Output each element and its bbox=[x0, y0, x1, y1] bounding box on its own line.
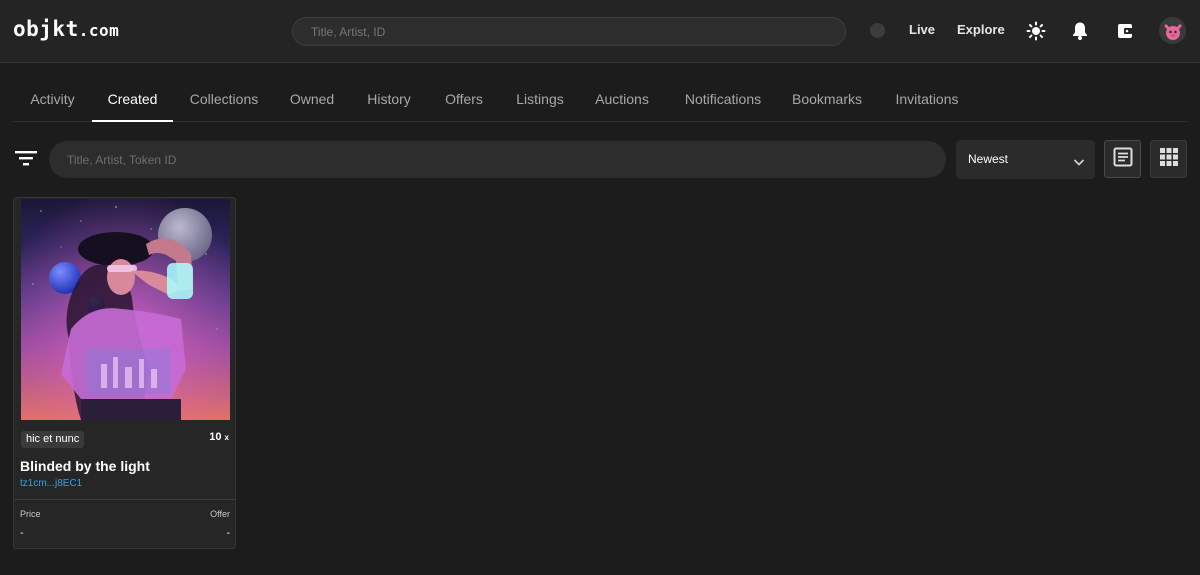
profile-tabs: Activity Created Collections Owned Histo… bbox=[13, 78, 1187, 122]
editions-count: 10 x bbox=[209, 431, 229, 443]
nav-live-link[interactable]: Live bbox=[909, 22, 935, 37]
wallet-icon[interactable] bbox=[1114, 20, 1136, 42]
token-title[interactable]: Blinded by the light bbox=[20, 458, 150, 474]
theme-sun-icon[interactable] bbox=[1025, 20, 1047, 42]
platform-tag: hic et nunc bbox=[21, 431, 85, 448]
sort-selected-value: Newest bbox=[968, 152, 1009, 166]
tab-listings[interactable]: Listings bbox=[509, 78, 571, 122]
token-card[interactable]: hic et nunc 10 x Blinded by the light tz1… bbox=[13, 197, 236, 549]
tab-notifications[interactable]: Notifications bbox=[675, 78, 771, 122]
list-view-button[interactable] bbox=[1104, 140, 1141, 178]
avatar[interactable] bbox=[1159, 17, 1186, 44]
tab-created[interactable]: Created bbox=[92, 78, 173, 122]
list-view-icon bbox=[1112, 146, 1134, 173]
tab-owned[interactable]: Owned bbox=[282, 78, 342, 122]
creator-address-link[interactable]: tz1cm...j8EC1 bbox=[20, 478, 82, 489]
grid-view-button[interactable] bbox=[1150, 140, 1187, 178]
nav-explore-link[interactable]: Explore bbox=[957, 22, 1005, 37]
site-logo[interactable]: objkt.com bbox=[13, 17, 119, 41]
chevron-down-icon bbox=[1073, 154, 1085, 172]
top-header: objkt.com Live Explore bbox=[0, 0, 1200, 63]
tab-invitations[interactable]: Invitations bbox=[889, 78, 965, 122]
tab-bookmarks[interactable]: Bookmarks bbox=[788, 78, 866, 122]
filter-icon[interactable] bbox=[14, 148, 38, 168]
offer-label: Offer bbox=[210, 509, 230, 519]
token-search-input[interactable] bbox=[49, 141, 946, 178]
token-artwork-image[interactable] bbox=[21, 199, 230, 420]
tab-activity[interactable]: Activity bbox=[13, 78, 92, 122]
price-value: - bbox=[20, 527, 24, 539]
tab-collections[interactable]: Collections bbox=[183, 78, 265, 122]
card-divider bbox=[14, 499, 235, 500]
network-status-dot bbox=[870, 23, 885, 38]
sort-select[interactable]: Newest bbox=[956, 140, 1095, 179]
grid-view-icon bbox=[1159, 147, 1179, 172]
offer-value: - bbox=[226, 527, 230, 539]
bell-icon[interactable] bbox=[1069, 20, 1091, 42]
global-search-input[interactable] bbox=[292, 17, 846, 46]
tab-offers[interactable]: Offers bbox=[435, 78, 493, 122]
tab-history[interactable]: History bbox=[359, 78, 419, 122]
tab-auctions[interactable]: Auctions bbox=[589, 78, 655, 122]
price-label: Price bbox=[20, 509, 41, 519]
